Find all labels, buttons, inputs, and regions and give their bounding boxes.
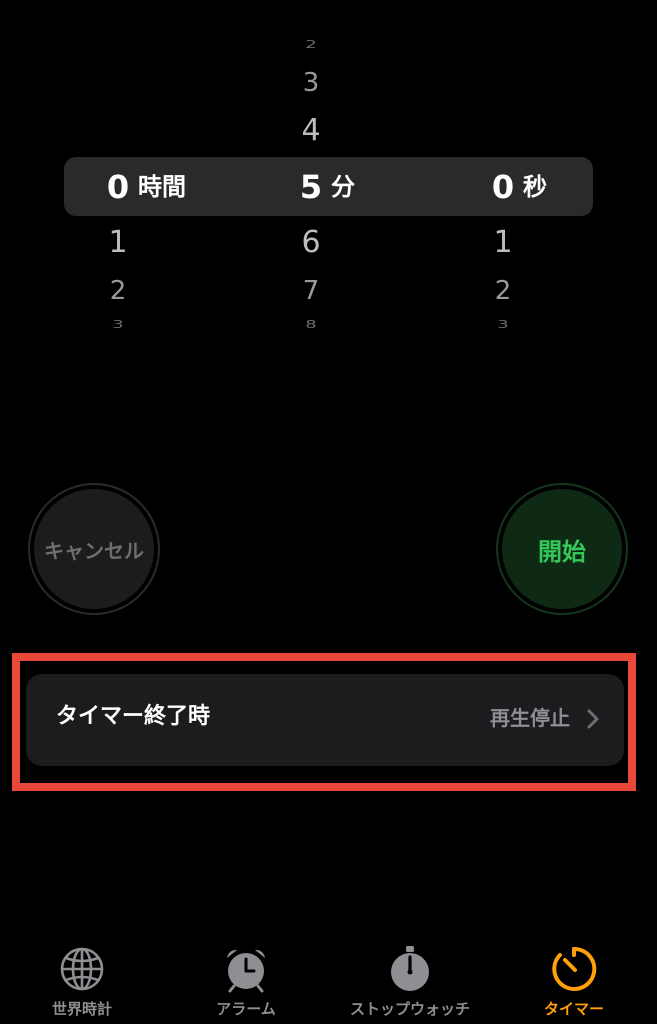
seconds-wheel[interactable]: 1 2 3 0 秒 [473, 0, 593, 360]
minutes-option[interactable]: 3 [281, 70, 341, 96]
tab-timer[interactable]: タイマー [494, 930, 654, 1024]
stopwatch-icon [391, 946, 429, 991]
hours-option[interactable]: 1 [88, 228, 148, 258]
tab-timer-label: タイマー [543, 1000, 604, 1018]
annotation-highlight-box [12, 653, 636, 791]
minutes-unit-label: 分 [331, 173, 355, 201]
alarm-clock-icon [227, 949, 265, 993]
globe-icon [60, 947, 104, 991]
tab-alarm-label: アラーム [216, 1000, 276, 1018]
seconds-option[interactable]: 1 [473, 228, 533, 258]
start-button[interactable]: 開始 [496, 483, 628, 615]
minutes-option[interactable]: 8 [281, 319, 341, 331]
cancel-button-label: キャンセル [34, 489, 154, 609]
hours-unit-label: 時間 [138, 173, 186, 201]
tab-bar: 世界時計 アラーム ストップウォッチ タイマー [0, 930, 657, 1024]
timer-picker[interactable]: 1 2 3 0 時間 2 3 4 5 分 6 7 8 1 2 3 0 秒 [0, 0, 657, 360]
hours-option[interactable]: 3 [88, 319, 148, 331]
tab-alarm[interactable]: アラーム [166, 930, 326, 1024]
tab-stopwatch-label: ストップウォッチ [349, 1000, 470, 1018]
start-button-label: 開始 [502, 489, 622, 609]
seconds-option[interactable]: 3 [473, 319, 533, 331]
seconds-option[interactable]: 2 [473, 278, 533, 304]
tab-world-clock-label: 世界時計 [51, 1000, 112, 1018]
tab-stopwatch[interactable]: ストップウォッチ [330, 930, 490, 1024]
timer-icon [552, 946, 597, 991]
seconds-unit-label: 秒 [523, 173, 547, 201]
minutes-option[interactable]: 2 [281, 39, 341, 51]
minutes-option[interactable]: 4 [281, 116, 341, 146]
minutes-wheel[interactable]: 2 3 4 5 分 6 7 8 [281, 0, 401, 360]
cancel-button[interactable]: キャンセル [28, 483, 160, 615]
hours-wheel[interactable]: 1 2 3 0 時間 [88, 0, 208, 360]
minutes-option[interactable]: 7 [281, 278, 341, 304]
hours-option[interactable]: 2 [88, 278, 148, 304]
minutes-option[interactable]: 6 [281, 228, 341, 258]
tab-world-clock[interactable]: 世界時計 [2, 930, 162, 1024]
